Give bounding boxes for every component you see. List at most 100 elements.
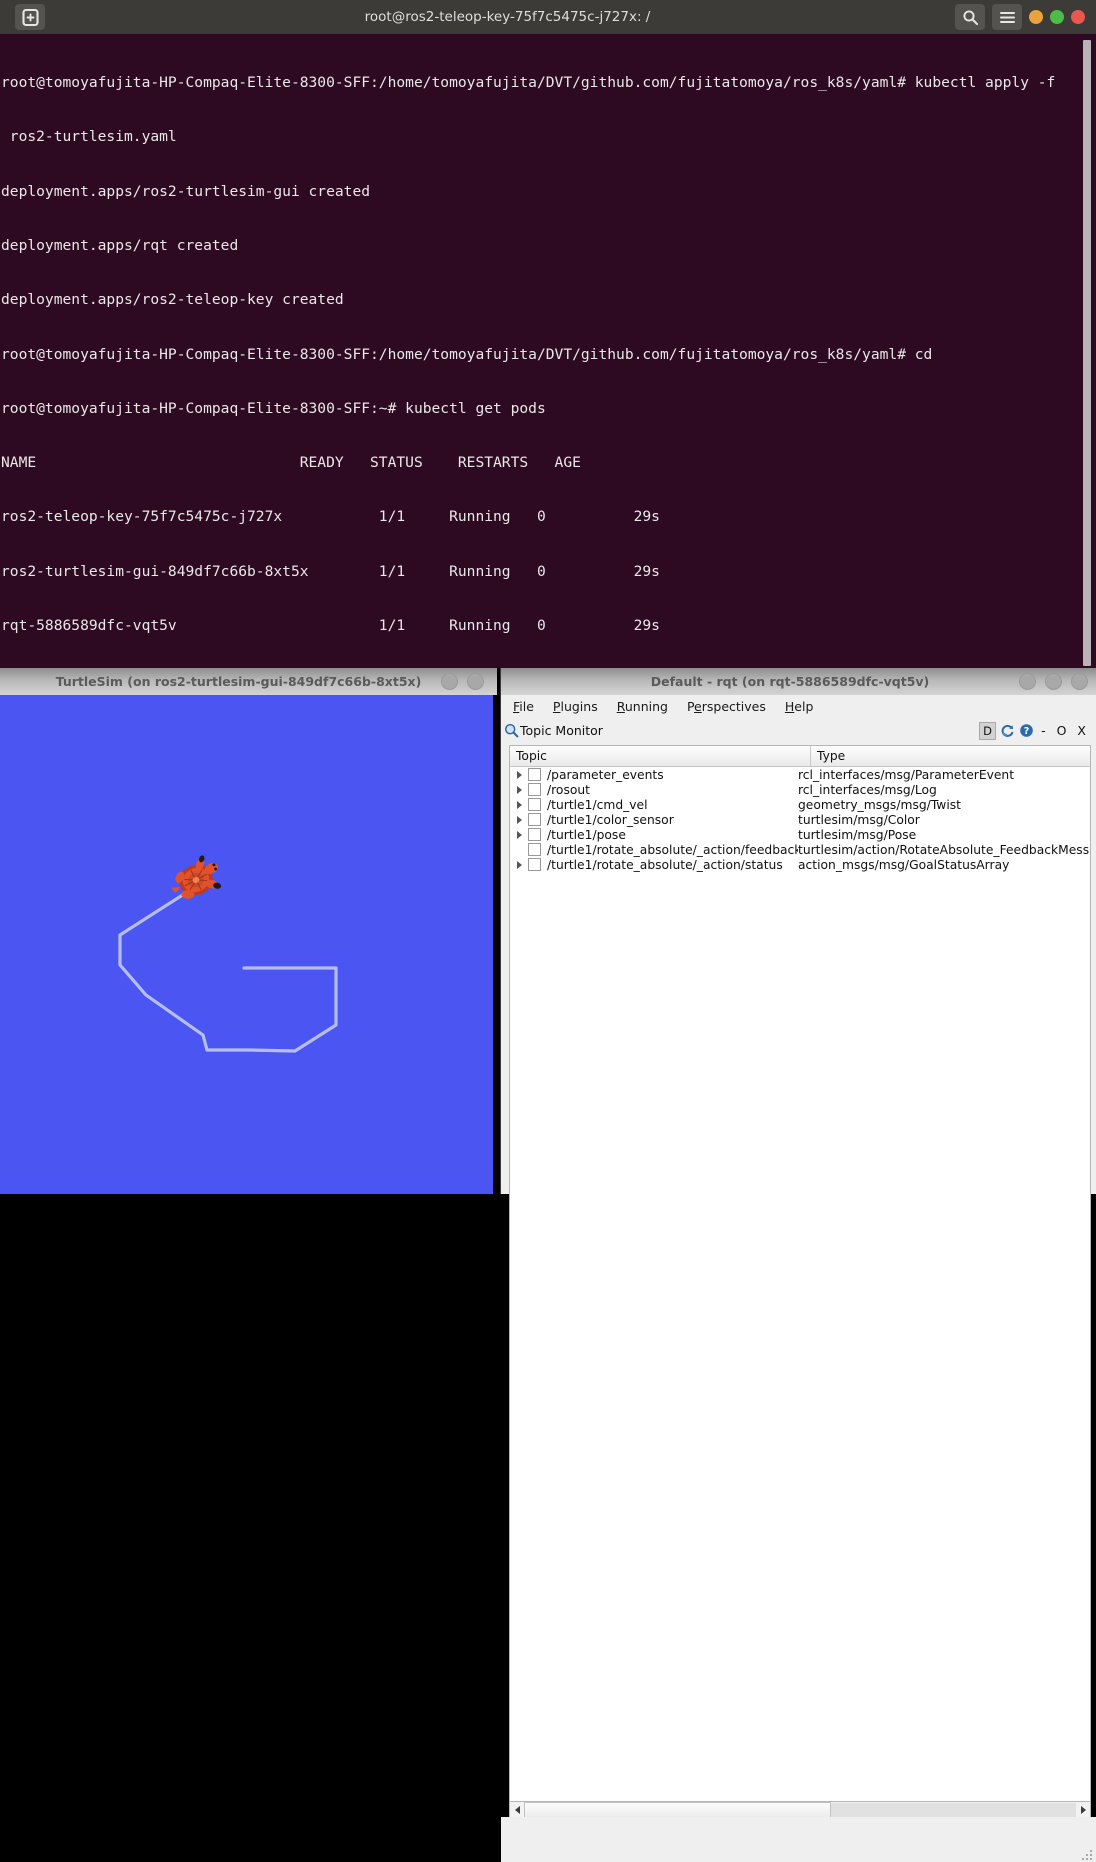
rqt-minimize-button[interactable] [1019, 673, 1036, 690]
turtlesim-window-edge [493, 695, 497, 1194]
terminal-line: root@tomoyafujita-HP-Compaq-Elite-8300-S… [1, 345, 933, 363]
column-header-topic[interactable]: Topic [510, 746, 811, 766]
table-body: /parameter_events rcl_interfaces/msg/Para… [510, 767, 1090, 872]
expand-arrow-icon[interactable] [510, 830, 528, 839]
topic-cell: /turtle1/pose [528, 828, 798, 842]
turtlesim-title: TurtleSim (on ros2-turtlesim-gui-849df7c… [55, 674, 422, 689]
turtlesim-window: TurtleSim (on ros2-turtlesim-gui-849df7c… [0, 668, 497, 1194]
plugin-close-button[interactable]: X [1073, 723, 1090, 738]
terminal-titlebar: root@ros2-teleop-key-75f7c5475c-j727x: / [0, 0, 1096, 34]
turtlesim-minimize-button[interactable] [441, 673, 458, 690]
topic-name: /parameter_events [547, 767, 664, 782]
plugin-maximize-button[interactable]: O [1053, 723, 1071, 738]
turtlesim-maximize-button[interactable] [467, 673, 484, 690]
resize-grip[interactable] [1082, 1849, 1093, 1860]
turtlesim-canvas[interactable] [0, 695, 493, 1194]
topic-type: turtlesim/action/RotateAbsolute_Feedback… [798, 842, 1090, 857]
expand-arrow-icon[interactable] [510, 800, 528, 809]
expand-arrow-icon[interactable] [510, 785, 528, 794]
rqt-close-button[interactable] [1071, 673, 1088, 690]
terminal-line: NAME READY STATUS RESTARTS AGE [1, 454, 581, 472]
table-row[interactable]: /turtle1/pose turtlesim/msg/Pose [510, 827, 1090, 842]
table-row[interactable]: /turtle1/rotate_absolute/_action/feedbac… [510, 842, 1090, 857]
topic-checkbox[interactable] [528, 858, 541, 871]
rqt-titlebar: Default - rqt (on rqt-5886589dfc-vqt5v) [501, 668, 1096, 696]
topic-type: geometry_msgs/msg/Twist [798, 797, 961, 812]
topic-cell: /rosout [528, 783, 798, 797]
terminal-scrollbar-thumb[interactable] [1083, 40, 1091, 666]
rqt-window-controls [1019, 673, 1096, 690]
scroll-left-arrow-icon[interactable] [510, 1803, 524, 1817]
topic-checkbox[interactable] [528, 813, 541, 826]
terminal-titlebar-right [955, 4, 1096, 30]
topic-name: /turtle1/color_sensor [547, 812, 674, 827]
terminal-line: root@tomoyafujita-HP-Compaq-Elite-8300-S… [1, 74, 1056, 92]
topic-monitor-table: Topic Type /parameter_events rcl_interfac… [509, 745, 1091, 1810]
rqt-maximize-button[interactable] [1045, 673, 1062, 690]
topic-checkbox[interactable] [528, 828, 541, 841]
table-header-row: Topic Type [510, 746, 1090, 767]
window-maximize-button[interactable] [1050, 10, 1064, 24]
topic-checkbox[interactable] [528, 783, 541, 796]
topic-type: action_msgs/msg/GoalStatusArray [798, 857, 1010, 872]
window-close-button[interactable] [1071, 10, 1085, 24]
table-row[interactable]: /turtle1/cmd_vel geometry_msgs/msg/Twist [510, 797, 1090, 812]
topic-monitor-controls: D ? - O X [979, 721, 1096, 740]
table-row[interactable]: /turtle1/color_sensor turtlesim/msg/Color [510, 812, 1090, 827]
topic-name: /turtle1/rotate_absolute/_action/status [547, 857, 783, 872]
magnifier-icon [503, 722, 520, 739]
add-terminal-icon[interactable] [15, 4, 45, 30]
topic-cell: /turtle1/cmd_vel [528, 798, 798, 812]
table-row[interactable]: /parameter_events rcl_interfaces/msg/Para… [510, 767, 1090, 782]
search-icon[interactable] [955, 4, 985, 30]
hamburger-menu-icon[interactable] [992, 4, 1022, 30]
terminal-title: root@ros2-teleop-key-75f7c5475c-j727x: / [364, 9, 651, 25]
topic-monitor-header: Topic Monitor D ? - O X [501, 718, 1096, 743]
expand-arrow-icon[interactable] [510, 860, 528, 869]
plugin-minimize-button[interactable]: - [1037, 723, 1050, 738]
expand-arrow-icon[interactable] [510, 815, 528, 824]
menu-file[interactable]: FFileile [513, 699, 534, 714]
dock-button[interactable]: D [979, 721, 997, 740]
refresh-icon[interactable] [999, 723, 1015, 739]
horizontal-scrollbar-track[interactable] [831, 1803, 1076, 1817]
turtlesim-window-controls [441, 673, 497, 690]
menu-running[interactable]: Running [617, 699, 668, 714]
terminal-line: root@tomoyafujita-HP-Compaq-Elite-8300-S… [1, 399, 546, 417]
table-row[interactable]: /rosout rcl_interfaces/msg/Log [510, 782, 1090, 797]
topic-name: /turtle1/cmd_vel [547, 797, 648, 812]
topic-name: /turtle1/pose [547, 827, 626, 842]
topic-cell: /turtle1/color_sensor [528, 813, 798, 827]
terminal-titlebar-left [0, 4, 60, 30]
terminal-line: deployment.apps/rqt created [1, 237, 239, 255]
terminal-scrollbar[interactable] [1083, 36, 1094, 666]
scroll-right-arrow-icon[interactable] [1076, 1803, 1090, 1817]
topic-type: turtlesim/msg/Color [798, 812, 920, 827]
topic-checkbox[interactable] [528, 798, 541, 811]
turtle-path [118, 885, 338, 1053]
menu-plugins[interactable]: Plugins [553, 699, 598, 714]
expand-arrow-icon[interactable] [510, 770, 528, 779]
table-row[interactable]: /turtle1/rotate_absolute/_action/status a… [510, 857, 1090, 872]
terminal-output: root@tomoyafujita-HP-Compaq-Elite-8300-S… [0, 34, 1055, 668]
help-icon[interactable]: ? [1018, 723, 1034, 739]
rqt-statusbar [501, 1817, 1096, 1862]
window-minimize-button[interactable] [1029, 10, 1043, 24]
topic-name: /rosout [547, 782, 590, 797]
topic-monitor-title: Topic Monitor [520, 723, 603, 738]
topic-checkbox[interactable] [528, 843, 541, 856]
column-header-type[interactable]: Type [811, 746, 1090, 766]
terminal-body[interactable]: root@tomoyafujita-HP-Compaq-Elite-8300-S… [0, 34, 1096, 668]
topic-name: /turtle1/rotate_absolute/_action/feedbac… [547, 842, 798, 857]
horizontal-scrollbar-thumb[interactable] [524, 1802, 831, 1818]
svg-text:?: ? [1023, 726, 1029, 737]
terminal-line: deployment.apps/ros2-turtlesim-gui creat… [1, 182, 371, 200]
topic-checkbox[interactable] [528, 768, 541, 781]
menu-perspectives[interactable]: Perspectives [687, 699, 766, 714]
topic-cell: /turtle1/rotate_absolute/_action/status [528, 858, 798, 872]
terminal-line: ros2-turtlesim.yaml [1, 128, 177, 146]
terminal-line: rqt-5886589dfc-vqt5v 1/1 Running 0 29s [1, 617, 660, 634]
turtlesim-titlebar: TurtleSim (on ros2-turtlesim-gui-849df7c… [0, 668, 497, 696]
topic-type: turtlesim/msg/Pose [798, 827, 917, 842]
menu-help[interactable]: Help [785, 699, 814, 714]
